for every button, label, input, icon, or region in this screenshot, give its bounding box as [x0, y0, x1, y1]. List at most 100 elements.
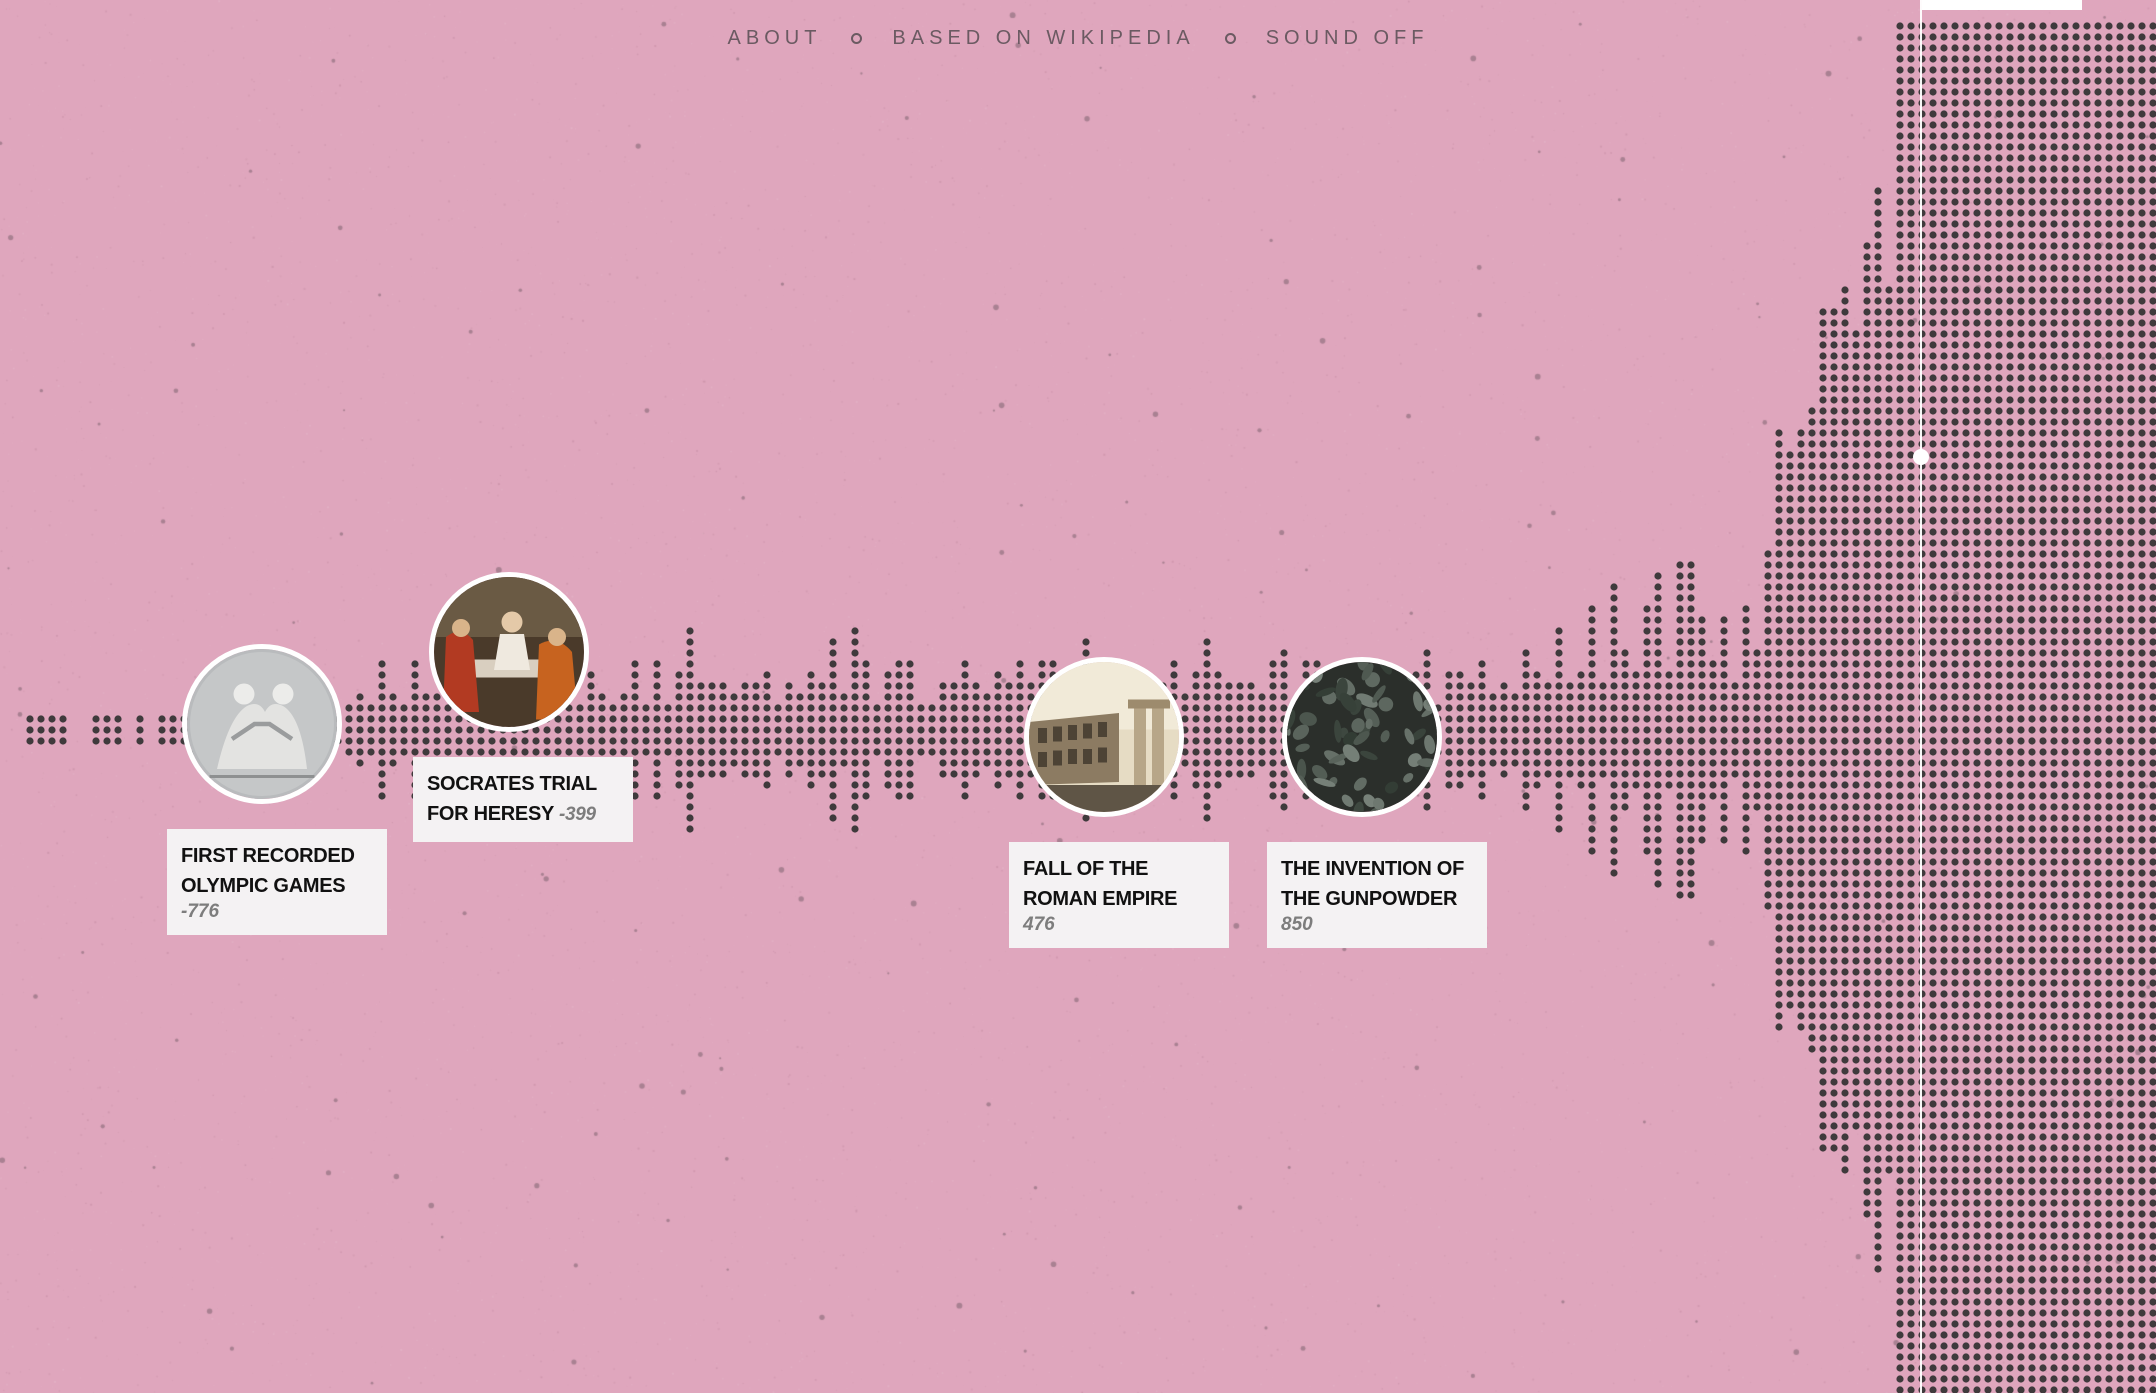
timeline-dot: [1984, 935, 1992, 943]
timeline-dot: [2006, 495, 2014, 503]
timeline-dot: [972, 726, 980, 734]
timeline-dot: [2083, 517, 2091, 525]
timeline-dot: [1907, 352, 1915, 360]
timeline-dot: [697, 693, 705, 701]
timeline-dot: [1896, 220, 1904, 228]
timeline-dot: [1753, 704, 1761, 712]
timeline-dot: [1797, 858, 1805, 866]
timeline-dot: [2006, 154, 2014, 162]
timeline-dot: [2017, 649, 2025, 657]
timeline-dot: [1973, 1342, 1981, 1350]
timeline-dot: [1775, 891, 1783, 899]
timeline-dot: [1808, 902, 1816, 910]
timeline-dot: [2050, 440, 2058, 448]
timeline-dot: [1896, 517, 1904, 525]
timeline-dot: [2039, 1001, 2047, 1009]
timeline-dot: [2116, 253, 2124, 261]
timeline-dot: [664, 726, 672, 734]
timeline-dot: [1896, 682, 1904, 690]
timeline-dot: [1995, 847, 2003, 855]
timeline-dot: [1852, 451, 1860, 459]
timeline-dot: [741, 737, 749, 745]
timeline-dot: [2127, 121, 2135, 129]
timeline-dot: [2028, 1210, 2036, 1218]
timeline-dot: [1984, 506, 1992, 514]
timeline-dot: [708, 770, 716, 778]
timeline-dot: [675, 737, 683, 745]
timeline-dot: [1687, 682, 1695, 690]
timeline-dot: [2061, 1353, 2069, 1361]
timeline-dot: [1984, 891, 1992, 899]
timeline-dot: [2006, 1265, 2014, 1273]
timeline-dot: [1962, 1298, 1970, 1306]
timeline-dot: [961, 704, 969, 712]
timeline-dot: [1929, 286, 1937, 294]
timeline-dot: [2116, 429, 2124, 437]
timeline-dot: [2017, 363, 2025, 371]
timeline-dot: [1874, 1133, 1882, 1141]
timeline-dot: [2061, 374, 2069, 382]
timeline-dot: [1698, 671, 1706, 679]
timeline-dot: [1478, 693, 1486, 701]
timeline-dot: [1929, 165, 1937, 173]
timeline-dot: [1962, 814, 1970, 822]
timeline-dot: [763, 671, 771, 679]
timeline-dot: [2017, 1276, 2025, 1284]
timeline-dot: [1951, 451, 1959, 459]
timeline-dot: [1775, 429, 1783, 437]
timeline-dot: [2094, 880, 2102, 888]
timeline-dot: [1841, 946, 1849, 954]
timeline-dot: [1775, 704, 1783, 712]
timeline-dot: [1687, 803, 1695, 811]
timeline-dot: [1940, 682, 1948, 690]
timeline-dot: [2094, 517, 2102, 525]
timeline-dot: [1940, 363, 1948, 371]
timeline-dot: [1830, 352, 1838, 360]
timeline-dot: [2094, 231, 2102, 239]
timeline-dot: [2017, 748, 2025, 756]
timeline-dot: [1940, 924, 1948, 932]
timeline-dot: [2072, 528, 2080, 536]
timeline-dot: [2105, 462, 2113, 470]
timeline-dot: [1720, 814, 1728, 822]
timeline-dot: [1808, 495, 1816, 503]
timeline-dot: [1995, 814, 2003, 822]
timeline-dot: [2028, 605, 2036, 613]
timeline-dot: [1907, 726, 1915, 734]
timeline-dot: [1962, 396, 1970, 404]
timeline-dot: [1588, 616, 1596, 624]
timeline-dot: [2116, 660, 2124, 668]
timeline-dot: [2028, 484, 2036, 492]
timeline-dot: [1896, 561, 1904, 569]
timeline-dot: [1467, 759, 1475, 767]
timeline-dot: [1984, 1254, 1992, 1262]
timeline-dot: [1951, 902, 1959, 910]
timeline-dot: [2072, 286, 2080, 294]
timeline-dot: [752, 759, 760, 767]
timeline-dot: [2050, 286, 2058, 294]
timeline-dot: [1863, 737, 1871, 745]
timeline-dot: [697, 715, 705, 723]
timeline-dot: [1588, 682, 1596, 690]
timeline-dot: [543, 726, 551, 734]
timeline-dot: [2116, 1221, 2124, 1229]
timeline-dot: [1896, 1056, 1904, 1064]
timeline-dot: [1951, 1177, 1959, 1185]
timeline-dot: [1940, 242, 1948, 250]
timeline-dot: [774, 737, 782, 745]
timeline-dot: [1797, 550, 1805, 558]
timeline-dot: [1962, 847, 1970, 855]
timeline-dot: [1610, 583, 1618, 591]
timeline-dot: [1940, 693, 1948, 701]
timeline-dot: [2072, 143, 2080, 151]
timeline-dot: [1885, 891, 1893, 899]
timeline-dot: [2094, 1177, 2102, 1185]
timeline-dot: [1797, 990, 1805, 998]
timeline-dot: [48, 737, 56, 745]
timeline-dot: [1819, 605, 1827, 613]
timeline-dot: [1929, 1089, 1937, 1097]
timeline-dot: [1478, 682, 1486, 690]
timeline-dot: [1863, 286, 1871, 294]
timeline-dot: [1687, 660, 1695, 668]
timeline-dot: [2028, 649, 2036, 657]
